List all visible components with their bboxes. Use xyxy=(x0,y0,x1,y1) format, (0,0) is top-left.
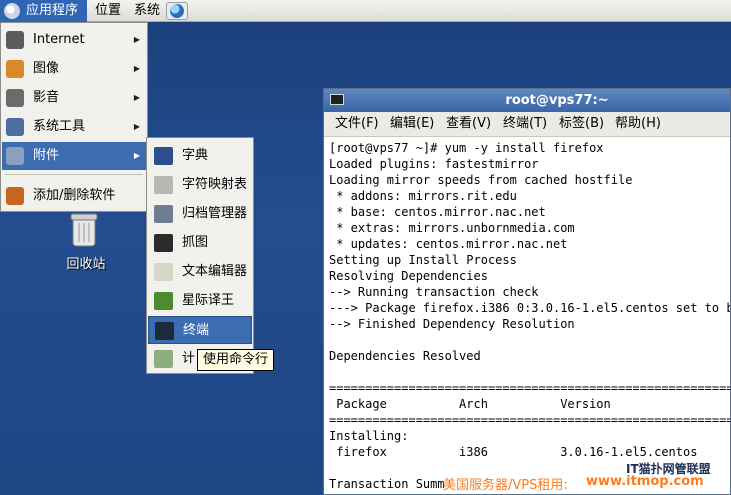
web-browser-launcher[interactable] xyxy=(166,2,188,20)
submenu-arrow-icon: ▶ xyxy=(133,64,140,73)
stardict-icon xyxy=(154,292,173,310)
terminal-icon xyxy=(155,322,174,340)
multimedia-icon xyxy=(6,89,24,107)
submenu-item-label: 终端 xyxy=(183,323,210,338)
accessories-submenu: 字典 字符映射表 归档管理器 抓图 文本编辑器 星际译王 终端 计 xyxy=(146,137,254,374)
applications-menu-button[interactable]: 应用程序 xyxy=(0,0,87,22)
terminal-line: ---> Package firefox.i386 0:3.0.16-1.el5… xyxy=(329,301,730,315)
menu-item-label: 影音 xyxy=(33,90,60,105)
graphics-icon xyxy=(6,60,24,78)
submenu-item-character-map[interactable]: 字符映射表 xyxy=(148,171,252,199)
submenu-arrow-icon: ▶ xyxy=(133,122,140,131)
menu-help[interactable]: 帮助(H) xyxy=(615,112,661,136)
menu-item-multimedia[interactable]: 影音 ▶ xyxy=(2,84,146,112)
submenu-item-terminal[interactable]: 终端 xyxy=(148,316,252,344)
dictionary-icon xyxy=(154,147,173,165)
menu-item-system-tools[interactable]: 系统工具 ▶ xyxy=(2,113,146,141)
submenu-item-label: 归档管理器 xyxy=(182,206,248,221)
menu-item-internet[interactable]: Internet ▶ xyxy=(2,26,146,54)
terminal-line: ========================================… xyxy=(329,381,730,395)
submenu-item-stardict[interactable]: 星际译王 xyxy=(148,287,252,315)
submenu-item-label: 计 xyxy=(182,351,196,366)
terminal-line: Resolving Dependencies xyxy=(329,269,488,283)
terminal-line: * extras: mirrors.unbornmedia.com xyxy=(329,221,575,235)
submenu-arrow-icon: ▶ xyxy=(133,93,140,102)
terminal-line: --> Finished Dependency Resolution xyxy=(329,317,575,331)
internet-icon xyxy=(6,31,24,49)
tooltip: 使用命令行 xyxy=(197,349,275,371)
gnome-foot-icon xyxy=(4,3,20,19)
submenu-arrow-icon: ▶ xyxy=(133,35,140,44)
menu-item-label: Internet xyxy=(33,32,85,47)
screenshot-icon xyxy=(154,234,173,252)
menu-terminal[interactable]: 终端(T) xyxy=(503,112,547,136)
menu-file[interactable]: 文件(F) xyxy=(335,112,379,136)
archive-manager-icon xyxy=(154,205,173,223)
add-remove-software-icon xyxy=(6,187,24,205)
top-panel: 应用程序 位置 系统 xyxy=(0,0,731,22)
terminal-window: root@vps77:~ 文件(F) 编辑(E) 查看(V) 终端(T) 标签(… xyxy=(323,88,731,495)
text-editor-icon xyxy=(154,263,173,281)
places-menu-button[interactable]: 位置 xyxy=(89,0,127,22)
terminal-line: * base: centos.mirror.nac.net xyxy=(329,205,546,219)
globe-icon xyxy=(170,4,184,18)
watermark-url: www.itmop.com xyxy=(586,474,704,489)
trash-icon[interactable] xyxy=(70,212,98,248)
applications-label: 应用程序 xyxy=(26,3,79,18)
menu-item-label: 添加/删除软件 xyxy=(33,188,116,203)
trash-label[interactable]: 回收站 xyxy=(58,253,114,272)
menu-view[interactable]: 查看(V) xyxy=(446,112,491,136)
submenu-item-dictionary[interactable]: 字典 xyxy=(148,142,252,170)
submenu-item-archive-manager[interactable]: 归档管理器 xyxy=(148,200,252,228)
terminal-line: * addons: mirrors.rit.edu xyxy=(329,189,517,203)
system-tools-icon xyxy=(6,118,24,136)
menu-tabs[interactable]: 标签(B) xyxy=(559,112,604,136)
system-menu-button[interactable]: 系统 xyxy=(128,0,166,22)
accessories-icon xyxy=(6,147,24,165)
submenu-item-label: 文本编辑器 xyxy=(182,264,248,279)
applications-menu: Internet ▶ 图像 ▶ 影音 ▶ 系统工具 ▶ 附件 ▶ 添加/删除软件 xyxy=(0,22,148,212)
submenu-item-label: 字符映射表 xyxy=(182,177,248,192)
submenu-item-label: 星际译王 xyxy=(182,293,235,308)
menu-item-label: 系统工具 xyxy=(33,119,86,134)
window-title: root@vps77:~ xyxy=(505,93,609,108)
menu-item-graphics[interactable]: 图像 ▶ xyxy=(2,55,146,83)
desktop: { "panel": { "applications_label": "应用程序… xyxy=(0,0,731,495)
terminal-line: Loaded plugins: fastestmirror xyxy=(329,157,539,171)
menu-edit[interactable]: 编辑(E) xyxy=(390,112,434,136)
menu-item-add-remove-software[interactable]: 添加/删除软件 xyxy=(2,182,146,210)
terminal-line: * updates: centos.mirror.nac.net xyxy=(329,237,568,251)
menu-item-accessories[interactable]: 附件 ▶ xyxy=(2,142,146,170)
character-map-icon xyxy=(154,176,173,194)
terminal-line: Installing: xyxy=(329,429,409,443)
terminal-line: Dependencies Resolved xyxy=(329,349,481,363)
terminal-menubar: 文件(F) 编辑(E) 查看(V) 终端(T) 标签(B) 帮助(H) xyxy=(324,112,730,137)
terminal-line: --> Running transaction check xyxy=(329,285,539,299)
menu-item-label: 附件 xyxy=(33,148,60,163)
submenu-item-screenshot[interactable]: 抓图 xyxy=(148,229,252,257)
menu-item-label: 图像 xyxy=(33,61,60,76)
calculator-icon xyxy=(154,350,173,368)
submenu-item-text-editor[interactable]: 文本编辑器 xyxy=(148,258,252,286)
terminal-line: [root@vps77 ~]# yum -y install firefox xyxy=(329,141,604,155)
terminal-line: Package Arch Version xyxy=(329,397,611,411)
terminal-line: ========================================… xyxy=(329,413,730,427)
submenu-item-label: 字典 xyxy=(182,148,209,163)
window-titlebar[interactable]: root@vps77:~ xyxy=(324,89,730,112)
terminal-line: firefox i386 3.0.16-1.el5.centos xyxy=(329,445,698,459)
submenu-item-label: 抓图 xyxy=(182,235,209,250)
terminal-line: Setting up Install Process xyxy=(329,253,517,267)
watermark-text: 美国服务器/VPS租用: xyxy=(443,478,568,493)
terminal-output[interactable]: [root@vps77 ~]# yum -y install firefox Lo… xyxy=(329,140,730,494)
submenu-arrow-icon: ▶ xyxy=(133,151,140,160)
terminal-line: Loading mirror speeds from cached hostfi… xyxy=(329,173,633,187)
menu-separator xyxy=(5,174,143,175)
